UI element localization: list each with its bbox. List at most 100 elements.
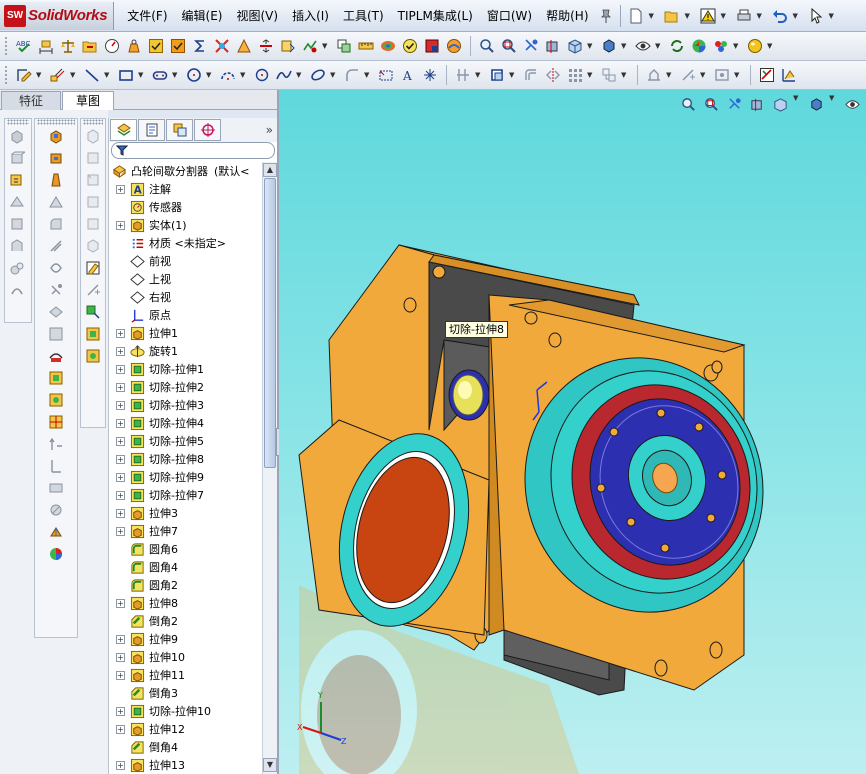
- smart-dimension-icon[interactable]: [48, 65, 68, 85]
- previous-view-hud-icon[interactable]: [724, 94, 744, 114]
- geometry-check-icon[interactable]: [278, 36, 298, 56]
- feature-tree-item[interactable]: 圆角2: [109, 576, 265, 594]
- feature-tree-tab[interactable]: [110, 119, 137, 141]
- tab-sketch[interactable]: 草图: [62, 91, 114, 110]
- convert-entities-icon[interactable]: [487, 65, 507, 85]
- expand-plus-icon[interactable]: +: [116, 328, 125, 338]
- feature-tree-item[interactable]: + 实体(1): [109, 216, 265, 234]
- feature-tree-item[interactable]: + 拉伸8: [109, 594, 265, 612]
- feature-tree-root[interactable]: 凸轮间歇分割器 (默认<: [109, 162, 265, 180]
- dimxpert-tab[interactable]: [194, 119, 221, 141]
- menu-tiplm[interactable]: TIPLM集成(L): [391, 2, 480, 30]
- relation-icon[interactable]: [81, 279, 105, 301]
- assembly-icon[interactable]: [81, 323, 105, 345]
- scroll-up-arrow-icon[interactable]: ▲: [263, 163, 277, 177]
- point-icon[interactable]: [420, 65, 440, 85]
- expand-plus-icon[interactable]: +: [116, 652, 125, 662]
- solidworks-logo[interactable]: SW SolidWorks: [0, 1, 115, 30]
- mirror-icon[interactable]: [543, 65, 563, 85]
- feature-tree-item[interactable]: + 拉伸11: [109, 666, 265, 684]
- expand-plus-icon[interactable]: +: [116, 490, 125, 500]
- feature-tree-item[interactable]: 倒角2: [109, 612, 265, 630]
- feature-tree-scrollbar[interactable]: ▲ ▼: [262, 162, 277, 774]
- dimension-icon[interactable]: [36, 36, 56, 56]
- expand-plus-icon[interactable]: +: [116, 706, 125, 716]
- extruded-cut-icon[interactable]: [44, 125, 68, 147]
- expand-plus-icon[interactable]: +: [116, 400, 125, 410]
- expand-plus-icon[interactable]: +: [116, 382, 125, 392]
- expand-plus-icon[interactable]: +: [116, 634, 125, 644]
- sum-icon[interactable]: [190, 36, 210, 56]
- graphics-viewport[interactable]: Y X Z ▼ ▼ 切除-拉伸8: [279, 90, 866, 774]
- feature-tree-item[interactable]: + 切除-拉伸8: [109, 450, 265, 468]
- configuration-manager-tab[interactable]: [166, 119, 193, 141]
- expand-plus-icon[interactable]: +: [116, 724, 125, 734]
- hide-show-hud-icon[interactable]: [842, 94, 862, 114]
- line-icon[interactable]: [82, 65, 102, 85]
- combine-icon[interactable]: [44, 477, 68, 499]
- reference-geometry-icon[interactable]: [44, 389, 68, 411]
- offset-icon[interactable]: [521, 65, 541, 85]
- axis-icon[interactable]: [81, 147, 105, 169]
- swept-cut-icon[interactable]: [44, 169, 68, 191]
- feature-tree-item[interactable]: 材质 <未指定>: [109, 234, 265, 252]
- feature-tree-item[interactable]: + 切除-拉伸7: [109, 486, 265, 504]
- menu-view[interactable]: 视图(V): [229, 2, 285, 30]
- instant3d-icon[interactable]: [44, 411, 68, 433]
- 3d-model-render[interactable]: Y X Z: [279, 90, 866, 774]
- feature-tree-item[interactable]: + 拉伸12: [109, 720, 265, 738]
- feature-tree-item[interactable]: 倒角4: [109, 738, 265, 756]
- toolbar-grip[interactable]: [4, 65, 8, 85]
- trim-icon[interactable]: [453, 65, 473, 85]
- hide-show-icon[interactable]: [633, 36, 653, 56]
- feature-tree-filter-input[interactable]: [111, 142, 275, 159]
- expand-plus-icon[interactable]: +: [116, 346, 125, 356]
- menu-insert[interactable]: 插入(I): [285, 2, 336, 30]
- revolved-cut-icon[interactable]: [44, 147, 68, 169]
- feature-tree-item[interactable]: 原点: [109, 306, 265, 324]
- feature-tree-item[interactable]: + 拉伸10: [109, 648, 265, 666]
- pie-section-icon[interactable]: [44, 543, 68, 565]
- menu-edit[interactable]: 编辑(E): [175, 2, 230, 30]
- feature-tree-item[interactable]: 倒角3: [109, 684, 265, 702]
- expand-plus-icon[interactable]: +: [116, 598, 125, 608]
- feature-tree-item[interactable]: + 切除-拉伸10: [109, 702, 265, 720]
- zoom-fit-icon[interactable]: [477, 36, 497, 56]
- freeform-icon[interactable]: [5, 279, 29, 301]
- curves-icon[interactable]: [44, 367, 68, 389]
- intersect-feature-icon[interactable]: [44, 499, 68, 521]
- display-style-hud-icon[interactable]: [806, 94, 826, 114]
- text-icon[interactable]: A: [398, 65, 418, 85]
- feature-tree-item[interactable]: + 拉伸9: [109, 630, 265, 648]
- rib-icon[interactable]: [44, 257, 68, 279]
- feature-tree-item[interactable]: + 拉伸3: [109, 504, 265, 522]
- open-folder-icon[interactable]: [662, 6, 682, 26]
- revolved-boss-icon[interactable]: [5, 147, 29, 169]
- compare-icon[interactable]: [334, 36, 354, 56]
- feature-tree-item[interactable]: + 切除-拉伸5: [109, 432, 265, 450]
- feature-tree-item[interactable]: + A 注解: [109, 180, 265, 198]
- mirror-feature-icon[interactable]: [44, 323, 68, 345]
- print-icon[interactable]: [734, 6, 754, 26]
- rebuild-warning-icon[interactable]: [698, 6, 718, 26]
- feature-tree-item[interactable]: 前视: [109, 252, 265, 270]
- feature-tree-item[interactable]: 圆角6: [109, 540, 265, 558]
- balance-icon[interactable]: [58, 36, 78, 56]
- component-icon[interactable]: [81, 345, 105, 367]
- expand-plus-icon[interactable]: +: [116, 454, 125, 464]
- view-orientation-icon[interactable]: [565, 36, 585, 56]
- zoom-to-fit-icon[interactable]: [678, 94, 698, 114]
- curvature-icon[interactable]: [378, 36, 398, 56]
- feature-tree-item[interactable]: + 切除-拉伸9: [109, 468, 265, 486]
- feature-tree-item[interactable]: + 切除-拉伸2: [109, 378, 265, 396]
- rapid-sketch-icon[interactable]: [779, 65, 799, 85]
- feature-tree-item[interactable]: + 拉伸7: [109, 522, 265, 540]
- shell-icon[interactable]: [44, 301, 68, 323]
- spell-check-icon[interactable]: ABC: [14, 36, 34, 56]
- reference-plane-icon[interactable]: [81, 125, 105, 147]
- expand-plus-icon[interactable]: +: [116, 418, 125, 428]
- toolbar-grip[interactable]: [4, 36, 8, 56]
- draft-analysis-icon[interactable]: [234, 36, 254, 56]
- section-view-icon[interactable]: [543, 36, 563, 56]
- gauge-icon[interactable]: [102, 36, 122, 56]
